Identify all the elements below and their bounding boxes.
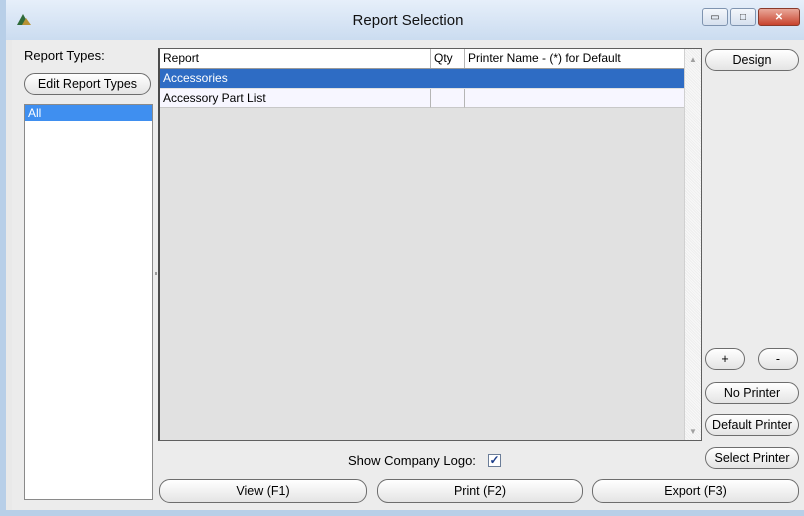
- minimize-icon: ▭: [710, 11, 720, 23]
- report-types-label: Report Types:: [24, 48, 105, 63]
- report-grid[interactable]: Report Qty Printer Name - (*) for Defaul…: [158, 48, 702, 441]
- cell-printer[interactable]: [465, 89, 685, 108]
- cell-qty[interactable]: [431, 69, 465, 88]
- column-header-printer[interactable]: Printer Name - (*) for Default: [465, 49, 685, 68]
- maximize-button[interactable]: □: [730, 8, 756, 26]
- table-row[interactable]: Accessories: [160, 69, 685, 88]
- edit-report-types-button[interactable]: Edit Report Types: [24, 73, 151, 95]
- column-header-qty[interactable]: Qty: [431, 49, 465, 68]
- checkmark-icon: ✓: [489, 453, 500, 467]
- plus-button[interactable]: +: [705, 348, 745, 370]
- minus-button[interactable]: -: [758, 348, 798, 370]
- table-row[interactable]: Accessory Part List: [160, 89, 685, 108]
- close-button[interactable]: ✕: [758, 8, 800, 26]
- default-printer-button[interactable]: Default Printer: [705, 414, 799, 436]
- export-button[interactable]: Export (F3): [592, 479, 799, 503]
- show-company-logo-checkbox[interactable]: ✓: [488, 454, 501, 467]
- scroll-down-icon[interactable]: ▼: [689, 427, 697, 436]
- scroll-up-icon[interactable]: ▲: [689, 55, 697, 64]
- window-controls: ▭ □ ✕: [702, 8, 800, 26]
- report-types-list[interactable]: All: [24, 104, 153, 500]
- cell-printer[interactable]: [465, 69, 685, 88]
- report-type-item-all[interactable]: All: [25, 105, 152, 121]
- select-printer-button[interactable]: Select Printer: [705, 447, 799, 469]
- view-button[interactable]: View (F1): [159, 479, 367, 503]
- cell-report: Accessory Part List: [160, 89, 431, 108]
- close-icon: ✕: [774, 11, 784, 23]
- client-area: Report Types: Edit Report Types All Repo…: [12, 40, 804, 510]
- window-title: Report Selection: [352, 12, 464, 29]
- maximize-icon: □: [739, 11, 747, 23]
- minimize-button[interactable]: ▭: [702, 8, 728, 26]
- splitter-handle[interactable]: [155, 272, 157, 275]
- no-printer-button[interactable]: No Printer: [705, 382, 799, 404]
- grid-vertical-scrollbar[interactable]: ▲ ▼: [684, 49, 701, 440]
- design-button[interactable]: Design: [705, 49, 799, 71]
- show-company-logo-label: Show Company Logo:: [348, 453, 476, 468]
- grid-header: Report Qty Printer Name - (*) for Defaul…: [160, 49, 685, 69]
- print-button[interactable]: Print (F2): [377, 479, 583, 503]
- column-header-report[interactable]: Report: [160, 49, 431, 68]
- title-bar[interactable]: Report Selection ▭ □ ✕: [6, 0, 804, 40]
- cell-qty[interactable]: [431, 89, 465, 108]
- cell-report: Accessories: [160, 69, 431, 88]
- report-selection-window: Report Selection ▭ □ ✕ Report Types: Edi…: [0, 0, 804, 516]
